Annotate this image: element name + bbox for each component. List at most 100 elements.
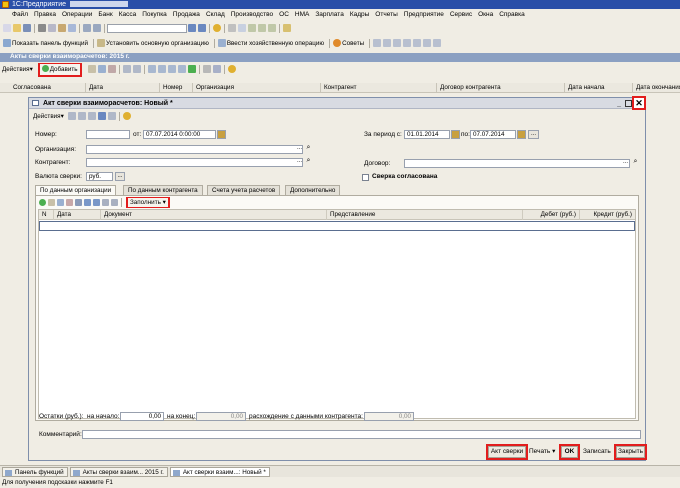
col-start-date[interactable]: Дата начала [565, 83, 633, 93]
act-button[interactable]: Акт сверки [486, 444, 528, 460]
copy-icon[interactable] [48, 24, 56, 32]
undo-icon[interactable] [83, 24, 91, 32]
currency-select-button[interactable]: ... [115, 172, 125, 181]
filter-icon[interactable] [147, 65, 156, 73]
form-help-icon[interactable] [122, 112, 131, 120]
row-up-icon[interactable] [84, 199, 91, 206]
table-icon[interactable] [433, 39, 442, 47]
m-plus-icon[interactable] [248, 24, 256, 32]
cut-icon[interactable] [38, 24, 46, 32]
col-agreed[interactable]: Согласована [10, 83, 86, 93]
contract-field[interactable] [404, 159, 630, 168]
open-icon[interactable] [13, 24, 21, 32]
find-icon[interactable] [188, 24, 196, 32]
date-calendar-icon[interactable] [217, 130, 226, 139]
sort-icon[interactable] [177, 65, 186, 73]
contractor-field[interactable] [86, 158, 303, 167]
form-actions-menu[interactable]: Действия [33, 113, 61, 120]
menu-reports[interactable]: Отчеты [375, 11, 397, 18]
row-add-icon[interactable] [39, 199, 46, 206]
th-debit[interactable]: Дебет (руб.) [523, 210, 580, 220]
tab-contractor-data[interactable]: По данным контрагента [123, 185, 203, 195]
col-organization[interactable]: Организация [193, 83, 321, 93]
menu-edit[interactable]: Правка [34, 11, 56, 18]
journal-icon[interactable] [373, 39, 382, 47]
menu-enterprise[interactable]: Предприятие [404, 11, 444, 18]
sort-asc-icon[interactable] [102, 199, 109, 206]
menu-bank[interactable]: Банк [98, 11, 112, 18]
info-icon[interactable] [213, 24, 221, 32]
paste-icon[interactable] [58, 24, 66, 32]
m-icon[interactable] [268, 24, 276, 32]
contract-search-icon[interactable]: ⌕ [631, 158, 640, 168]
form-dt-kt-icon[interactable] [97, 112, 106, 120]
th-representation[interactable]: Представление [327, 210, 523, 220]
close-button[interactable]: Закрыть [614, 444, 647, 460]
chart-icon[interactable] [403, 39, 412, 47]
filter-value-icon[interactable] [157, 65, 166, 73]
menu-service[interactable]: Сервис [450, 11, 472, 18]
tips-button[interactable]: Советы [342, 40, 364, 47]
org-field[interactable] [86, 145, 303, 154]
print-icon[interactable] [68, 24, 76, 32]
sort-desc-icon[interactable] [111, 199, 118, 206]
row-end-edit-icon[interactable] [75, 199, 82, 206]
docs-icon[interactable] [383, 39, 392, 47]
col-contract[interactable]: Договор контрагента [437, 83, 565, 93]
set-org-button[interactable]: Установить основную организацию [106, 40, 209, 47]
menu-sales[interactable]: Продажа [173, 11, 200, 18]
form-save-icon[interactable] [77, 112, 86, 120]
th-date[interactable]: Дата [54, 210, 101, 220]
m-minus-icon[interactable] [258, 24, 266, 32]
table-row[interactable] [39, 221, 635, 231]
currency-field[interactable]: руб. [86, 172, 113, 181]
fill-button[interactable]: Заполнить ▾ [125, 197, 170, 208]
number-field[interactable] [86, 130, 130, 139]
refresh-icon[interactable] [187, 65, 196, 73]
row-copy-icon[interactable] [48, 199, 55, 206]
period-from-field[interactable]: 01.01.2014 [404, 130, 450, 139]
th-credit[interactable]: Кредит (руб.) [580, 210, 635, 220]
settings-icon[interactable] [423, 39, 432, 47]
row-delete-icon[interactable] [66, 199, 73, 206]
menu-nma[interactable]: НМА [295, 11, 309, 18]
calc-icon[interactable] [228, 24, 236, 32]
list-help-icon[interactable] [227, 65, 236, 73]
search-combo[interactable] [107, 23, 187, 33]
col-date[interactable]: Дата [86, 83, 160, 93]
filter-off-icon[interactable] [167, 65, 176, 73]
report-icon[interactable] [413, 39, 422, 47]
menu-operations[interactable]: Операции [62, 11, 92, 18]
contractor-search-icon[interactable]: ⌕ [304, 157, 313, 167]
list-print-icon[interactable] [202, 65, 211, 73]
row-edit-icon[interactable] [57, 199, 64, 206]
add-button[interactable]: Добавить [37, 63, 82, 77]
contractor-select-button[interactable]: ... [295, 158, 304, 167]
menu-windows[interactable]: Окна [478, 11, 493, 18]
period-select-button[interactable]: ... [528, 130, 539, 139]
enter-op-button[interactable]: Ввести хозяйственную операцию [227, 40, 324, 47]
period-from-calendar-icon[interactable] [451, 130, 460, 139]
period-to-calendar-icon[interactable] [517, 130, 526, 139]
list-actions-menu[interactable]: Действия [2, 66, 30, 73]
menu-help[interactable]: Справка [499, 11, 525, 18]
menu-production[interactable]: Производство [231, 11, 273, 18]
menu-file[interactable]: Файл [12, 11, 28, 18]
new-doc-icon[interactable] [3, 24, 11, 32]
save-record-button[interactable]: Записать [583, 447, 611, 457]
form-post-icon[interactable] [67, 112, 76, 120]
ok-button[interactable]: OK [559, 444, 580, 460]
start-balance-field[interactable]: 0,00 [120, 412, 164, 421]
th-document[interactable]: Документ [101, 210, 327, 220]
menu-salary[interactable]: Зарплата [315, 11, 343, 18]
structure-icon[interactable] [212, 65, 221, 73]
post-icon[interactable] [122, 65, 131, 73]
edit-row-icon[interactable] [97, 65, 106, 73]
org-select-button[interactable]: ... [295, 145, 304, 154]
unpost-icon[interactable] [132, 65, 141, 73]
menu-hr[interactable]: Кадры [350, 11, 369, 18]
contract-select-button[interactable]: ... [621, 159, 630, 168]
th-n[interactable]: N [39, 210, 54, 220]
comment-field[interactable] [82, 430, 641, 439]
task-functions-panel[interactable]: Панель функций [2, 467, 68, 477]
